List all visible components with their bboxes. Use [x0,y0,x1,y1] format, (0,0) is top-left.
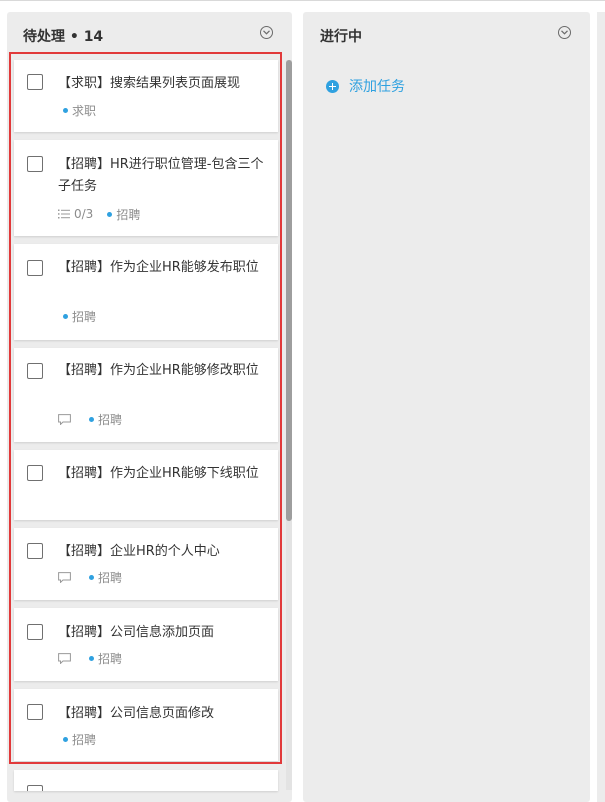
task-tag: 招聘 [63,308,96,325]
task-title: 【求职】搜索结果列表页面展现 [58,76,241,91]
task-title: 【招聘】企业HR的个人中心 [58,544,220,559]
task-checkbox[interactable] [27,785,43,791]
task-tag: 招聘 [89,411,122,428]
task-tag: 招聘 [63,731,96,748]
comment-icon [58,652,75,664]
scrollbar-thumb[interactable] [286,60,292,521]
task-checkbox[interactable] [27,543,43,559]
task-checkbox[interactable] [27,156,43,172]
tag-dot-icon [63,107,68,113]
task-meta: 招聘 [58,569,136,585]
task-tag: 招聘 [107,206,140,223]
task-meta: 招聘 [63,308,110,324]
task-card[interactable]: 【招聘】作为企业HR能够下线职位 [14,450,278,520]
task-tag: 求职 [63,102,96,119]
task-meta: 招聘 [63,731,110,747]
plus-circle-icon [326,79,339,93]
tag-dot-icon [89,416,94,422]
task-tag: 招聘 [89,650,122,667]
task-checkbox[interactable] [27,260,43,276]
column-in-progress: 进行中 添加任务 [303,12,590,802]
task-card[interactable]: 【招聘】公司信息页面修改 招聘 [14,689,278,761]
task-meta: 招聘 [58,650,136,666]
next-column-edge [597,12,605,802]
tag-dot-icon [107,211,113,217]
comment-icon [58,571,75,583]
task-card[interactable]: 【求职】搜索结果列表页面展现 求职 [14,60,278,132]
task-card[interactable]: 【招聘】企业HR的个人中心 招聘 [14,528,278,600]
checklist-icon [58,209,70,219]
tag-dot-icon [89,574,94,580]
chevron-down-circle-icon[interactable] [260,26,273,39]
task-card[interactable]: 【招聘】公司信息添加页面 招聘 [14,608,278,681]
task-title: 【招聘】作为企业HR能够下线职位 [58,466,259,481]
task-checkbox[interactable] [27,465,43,481]
subtask-count: 0/3 [58,207,93,221]
task-checkbox[interactable] [27,74,43,90]
tag-dot-icon [63,313,68,319]
task-title: 【招聘】作为企业HR能够修改职位 [58,363,259,378]
task-title: 【招聘】公司信息添加页面 [58,625,215,640]
add-task-button[interactable]: 添加任务 [326,76,405,96]
add-task-label: 添加任务 [349,79,405,95]
task-meta: 求职 [63,102,110,118]
task-checkbox[interactable] [27,363,43,379]
column-title: 进行中 [320,29,362,45]
task-meta: 0/3 招聘 [58,206,154,222]
task-meta: 招聘 [58,411,136,427]
task-title: 【招聘】作为企业HR能够发布职位 [58,260,259,275]
tag-dot-icon [89,655,94,661]
chevron-down-circle-icon[interactable] [558,26,571,39]
column-title: 待处理 • 14 [23,29,104,45]
top-divider [0,0,605,1]
task-title: 【招聘】公司信息页面修改 [58,706,215,721]
task-checkbox[interactable] [27,704,43,720]
task-card[interactable]: 【招聘】作为企业HR能够发布职位 招聘 [14,244,278,340]
task-checkbox[interactable] [27,624,43,640]
task-card[interactable]: 【招聘】作为企业HR能够修改职位 招聘 [14,348,278,442]
task-tag: 招聘 [89,569,122,586]
task-card[interactable]: 【招聘】HR进行职位管理-包含三个子任务 0/3 招聘 [14,140,278,236]
tag-dot-icon [63,736,68,742]
comment-icon [58,413,75,425]
task-card[interactable] [14,770,278,791]
task-title: 【招聘】HR进行职位管理-包含三个子任务 [58,157,264,194]
